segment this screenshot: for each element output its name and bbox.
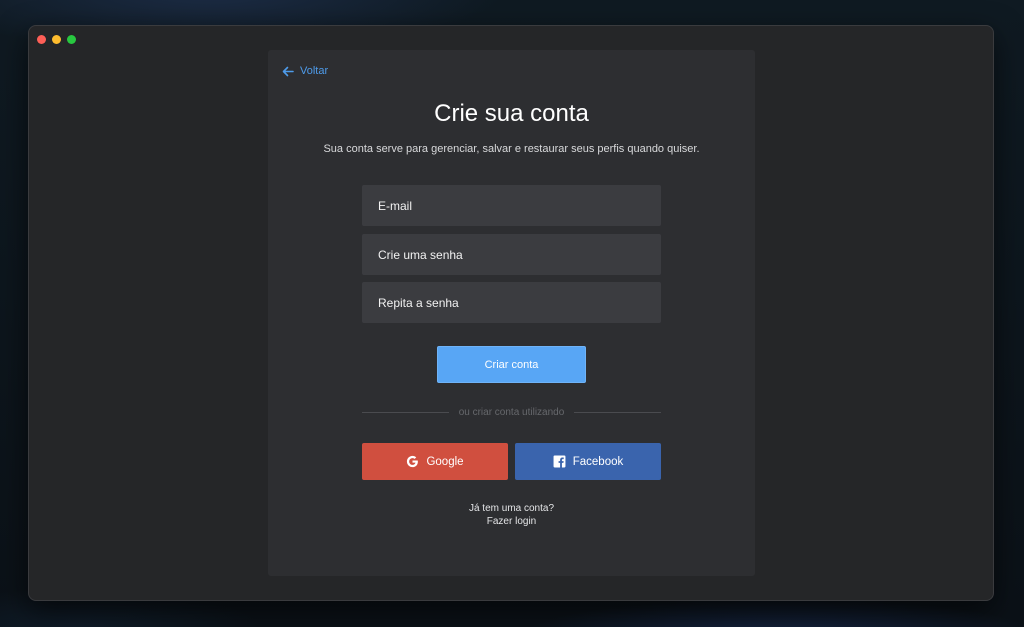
create-account-button[interactable]: Criar conta — [437, 346, 586, 383]
facebook-icon — [553, 455, 566, 468]
back-label: Voltar — [300, 65, 329, 77]
facebook-label: Facebook — [572, 455, 624, 468]
email-input[interactable] — [376, 197, 647, 214]
login-link-label[interactable]: Fazer login — [487, 516, 536, 527]
google-icon — [406, 455, 419, 468]
divider-line-left — [362, 412, 449, 413]
page-title: Crie sua conta — [434, 100, 589, 127]
email-field[interactable] — [362, 185, 661, 226]
repeat-password-field[interactable] — [362, 282, 661, 323]
signup-card: Voltar Crie sua conta Sua conta serve pa… — [268, 50, 755, 576]
back-button[interactable]: Voltar — [282, 65, 328, 77]
divider-line-right — [574, 412, 661, 413]
google-signup-button[interactable]: Google — [362, 443, 508, 480]
arrow-left-icon — [282, 66, 294, 77]
page-subtitle: Sua conta serve para gerenciar, salvar e… — [323, 143, 700, 155]
google-label: Google — [426, 455, 464, 468]
password-input[interactable] — [376, 246, 647, 263]
login-link[interactable]: Fazer login — [268, 516, 755, 527]
maximize-window-button[interactable] — [67, 35, 76, 44]
have-account-text: Já tem uma conta? — [468, 503, 555, 514]
app-window: Voltar Crie sua conta Sua conta serve pa… — [28, 25, 994, 601]
repeat-password-input[interactable] — [376, 294, 647, 311]
divider-text: ou criar conta utilizando — [458, 407, 565, 418]
or-divider: ou criar conta utilizando — [362, 407, 661, 418]
close-window-button[interactable] — [37, 35, 46, 44]
window-controls — [37, 35, 76, 44]
password-field[interactable] — [362, 234, 661, 275]
minimize-window-button[interactable] — [52, 35, 61, 44]
facebook-signup-button[interactable]: Facebook — [515, 443, 661, 480]
